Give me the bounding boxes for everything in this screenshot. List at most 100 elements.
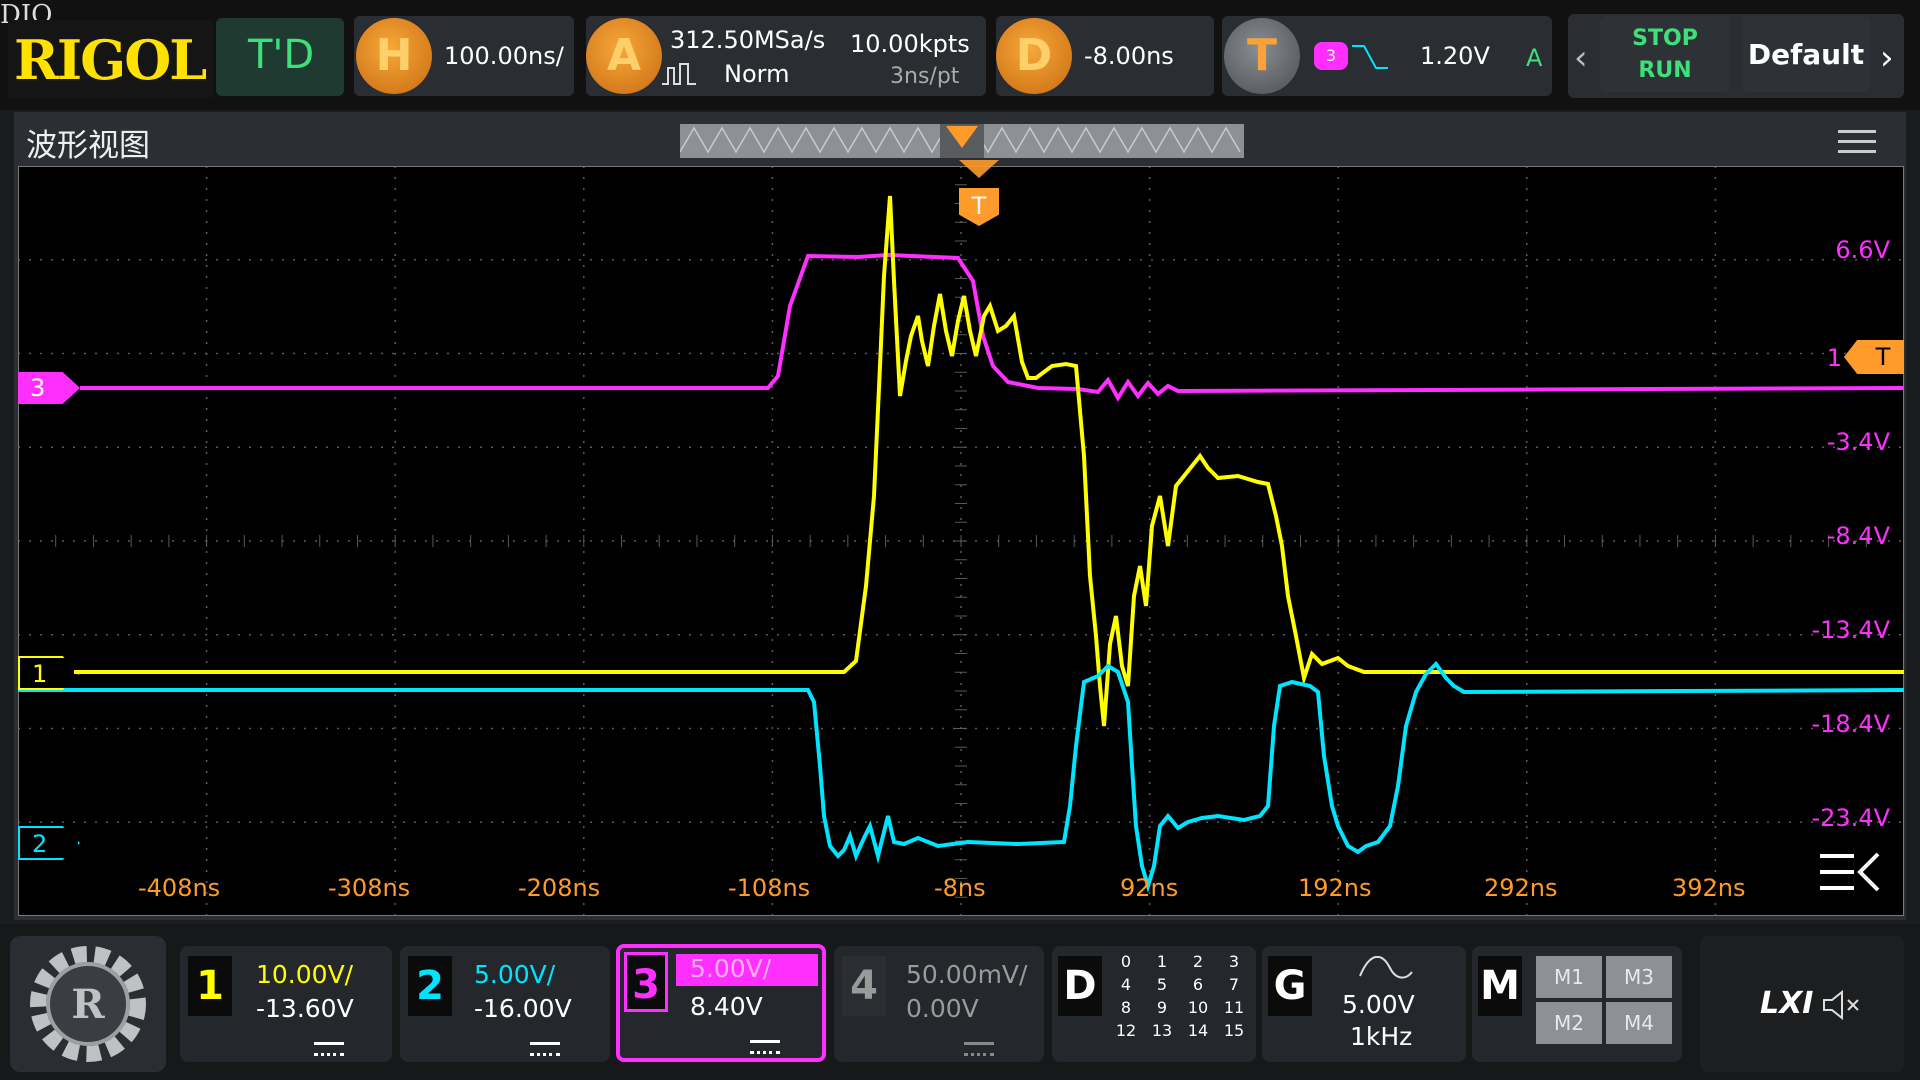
acquire-button[interactable]: A xyxy=(586,18,662,94)
digital-bit: 12 xyxy=(1115,1021,1137,1040)
main-menu-button[interactable]: R xyxy=(10,936,166,1072)
digital-bit: 1 xyxy=(1156,952,1168,971)
volt-label: -3.4V xyxy=(1826,428,1890,456)
channel-2-offset: -16.00V xyxy=(474,994,572,1023)
acquire-mode: Norm xyxy=(724,60,790,88)
dc-coupling-icon xyxy=(530,1042,560,1056)
digital-bit: 10 xyxy=(1187,998,1209,1017)
delay-button[interactable]: D xyxy=(996,18,1072,94)
channel-3-marker-label: 3 xyxy=(30,374,46,402)
channel-3-trace xyxy=(80,252,1904,402)
delay-letter: D xyxy=(1015,30,1053,81)
time-label: 392ns xyxy=(1672,874,1746,902)
generator-letter: G xyxy=(1268,956,1312,1016)
channel-3-scale: 5.00V/ xyxy=(690,954,772,983)
channel-4-scale: 50.00mV/ xyxy=(906,960,1028,989)
volt-label: 6.6V xyxy=(1835,236,1890,264)
math-m2-button[interactable]: M2 xyxy=(1536,1002,1602,1044)
default-label: Default xyxy=(1747,38,1865,71)
waveform-traces xyxy=(18,195,1904,893)
math-letter: M xyxy=(1478,956,1522,1016)
trigger-letter: T xyxy=(1246,30,1277,81)
digital-letter: D xyxy=(1058,956,1102,1016)
channel-2-scale: 5.00V/ xyxy=(474,960,556,989)
time-label: -408ns xyxy=(138,874,221,902)
svg-text:R: R xyxy=(71,981,105,1028)
digital-bit: 2 xyxy=(1192,952,1204,971)
channel-2-number: 2 xyxy=(408,956,452,1016)
lxi-logo[interactable]: LXI xyxy=(1760,986,1813,1021)
generator-amplitude: 5.00V xyxy=(1342,990,1415,1019)
channel-1-settings[interactable]: 1 10.00V/ -13.60V xyxy=(180,946,392,1062)
channel-3-settings[interactable]: 3 5.00V/ 8.40V xyxy=(616,944,826,1062)
digital-bit: 0 xyxy=(1120,952,1132,971)
digital-bit: 13 xyxy=(1151,1021,1173,1040)
time-label: -308ns xyxy=(328,874,411,902)
speaker-muted-icon[interactable] xyxy=(1822,989,1862,1021)
falling-edge-icon xyxy=(1350,38,1390,74)
channel-2-settings[interactable]: 2 5.00V/ -16.00V xyxy=(400,946,610,1062)
volt-label: -13.4V xyxy=(1811,616,1890,644)
math-settings[interactable]: M M1 M3 M2 M4 xyxy=(1472,946,1682,1062)
gear-icon: R xyxy=(30,946,146,1062)
channel-3-offset: 8.40V xyxy=(690,992,763,1021)
digital-bit: 5 xyxy=(1156,975,1168,994)
channel-4-settings[interactable]: 4 50.00mV/ 0.00V xyxy=(834,946,1044,1062)
acquire-mode-icon xyxy=(662,60,696,86)
math-m1-button[interactable]: M1 xyxy=(1536,956,1602,998)
digital-bit: 3 xyxy=(1228,952,1240,971)
chevron-right-icon[interactable]: › xyxy=(1880,38,1894,78)
time-label: -108ns xyxy=(728,874,811,902)
mode-button[interactable]: T'D xyxy=(216,18,344,96)
horizontal-button[interactable]: H xyxy=(356,18,432,94)
sine-wave-icon xyxy=(1356,956,1416,982)
digital-bit: 4 xyxy=(1120,975,1132,994)
trigger-offset-arrow xyxy=(959,160,999,178)
delay-value: -8.00ns xyxy=(1084,42,1174,70)
collapse-menu-icon[interactable] xyxy=(1816,848,1886,898)
panel-title: 波形视图 xyxy=(26,128,150,164)
memory-depth: 10.00kpts xyxy=(850,30,970,58)
trigger-sweep: A xyxy=(1526,44,1543,72)
trigger-position-pointer xyxy=(946,126,978,148)
chevron-left-icon[interactable]: ‹ xyxy=(1574,38,1588,78)
trigger-button[interactable]: T xyxy=(1224,18,1300,94)
volt-label: -23.4V xyxy=(1811,804,1890,832)
default-button[interactable]: Default xyxy=(1742,16,1870,92)
channel-1-number: 1 xyxy=(188,956,232,1016)
sample-rate: 312.50MSa/s xyxy=(670,26,826,54)
math-m3-button[interactable]: M3 xyxy=(1606,956,1672,998)
channel-2-marker-label: 2 xyxy=(32,830,48,858)
channel-4-number: 4 xyxy=(842,956,886,1016)
mode-label: T'D xyxy=(248,32,315,78)
digital-channels[interactable]: D 0123 4567 8 9 10 11 12 13 14 15 xyxy=(1052,946,1256,1062)
digital-bit: 9 xyxy=(1156,998,1168,1017)
volt-label: -8.4V xyxy=(1826,522,1890,550)
channel-1-offset: -13.60V xyxy=(256,994,354,1023)
time-per-point: 3ns/pt xyxy=(890,64,960,89)
run-stop-button[interactable]: STOP RUN xyxy=(1600,16,1730,92)
dc-coupling-icon xyxy=(750,1040,780,1054)
waveform-display[interactable]: T 6.6V 1 -3.4V -8.4V -13.4V -18.4V -23.4… xyxy=(18,160,1904,916)
channel-4-offset: 0.00V xyxy=(906,994,979,1023)
channel-3-number: 3 xyxy=(624,952,668,1012)
channel-2-trace xyxy=(18,660,1904,893)
volt-label: -18.4V xyxy=(1811,710,1890,738)
dc-coupling-icon xyxy=(314,1042,344,1056)
math-m4-button[interactable]: M4 xyxy=(1606,1002,1672,1044)
generator-frequency: 1kHz xyxy=(1350,1022,1413,1051)
horizontal-scale: 100.00ns/ xyxy=(444,42,564,70)
time-label: -8ns xyxy=(934,874,986,902)
digital-bit: 8 xyxy=(1120,998,1132,1017)
rigol-logo: RIGOL xyxy=(8,20,213,98)
time-label: 192ns xyxy=(1298,874,1372,902)
digital-bit: 6 xyxy=(1192,975,1204,994)
generator-settings[interactable]: G 5.00V 1kHz xyxy=(1262,946,1466,1062)
time-label: 92ns xyxy=(1120,874,1179,902)
channel-1-trace xyxy=(74,195,1904,727)
menu-icon[interactable] xyxy=(1838,128,1876,156)
dc-coupling-icon xyxy=(964,1042,994,1056)
digital-bit: 11 xyxy=(1223,998,1245,1017)
stop-label: STOP xyxy=(1632,26,1698,51)
channel-1-marker-label: 1 xyxy=(32,660,48,688)
